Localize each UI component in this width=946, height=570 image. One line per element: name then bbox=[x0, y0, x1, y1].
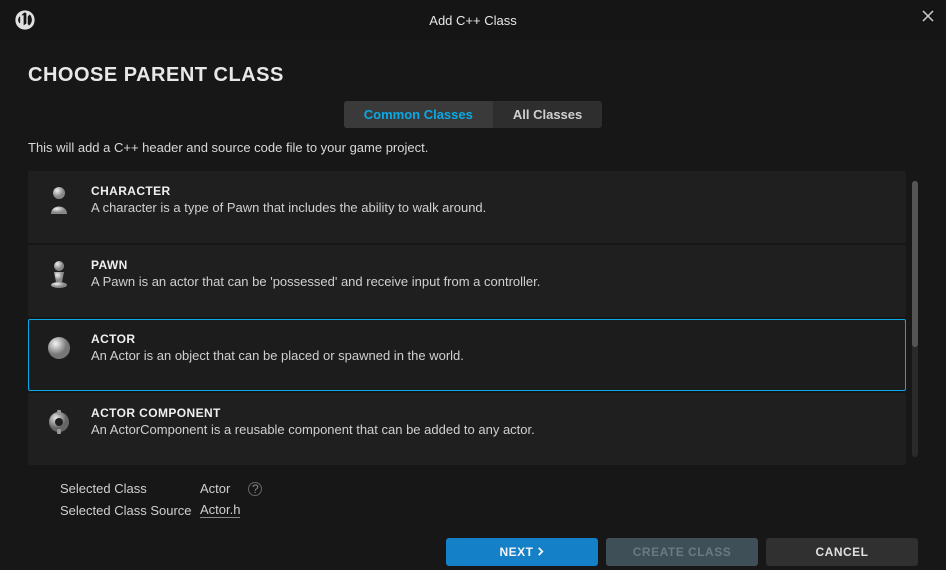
list-item-desc: An ActorComponent is a reusable componen… bbox=[91, 422, 889, 437]
tab-all-classes[interactable]: All Classes bbox=[493, 101, 602, 128]
list-item-actor-component[interactable]: ACTOR COMPONENT An ActorComponent is a r… bbox=[28, 393, 906, 465]
list-item-title: CHARACTER bbox=[91, 184, 889, 198]
chevron-right-icon bbox=[536, 545, 545, 559]
unreal-logo-icon bbox=[14, 9, 36, 31]
selected-source-value[interactable]: Actor.h bbox=[200, 502, 240, 518]
footer-buttons: NEXT CREATE CLASS CANCEL bbox=[28, 538, 918, 566]
list-item-title: PAWN bbox=[91, 258, 889, 272]
character-icon bbox=[45, 186, 73, 214]
create-class-button: CREATE CLASS bbox=[606, 538, 758, 566]
selected-class-value: Actor bbox=[200, 481, 230, 496]
class-list: CHARACTER A character is a type of Pawn … bbox=[28, 171, 906, 467]
help-icon[interactable]: ? bbox=[248, 482, 262, 496]
list-item-title: ACTOR COMPONENT bbox=[91, 406, 889, 420]
dialog-title: Add C++ Class bbox=[429, 13, 516, 28]
scrollbar-thumb[interactable] bbox=[912, 181, 918, 347]
list-item-title: ACTOR bbox=[91, 332, 889, 346]
pawn-icon bbox=[45, 260, 73, 288]
tab-group: Common Classes All Classes bbox=[344, 101, 602, 128]
page-title: CHOOSE PARENT CLASS bbox=[28, 64, 918, 87]
cancel-button[interactable]: CANCEL bbox=[766, 538, 918, 566]
tab-common-classes[interactable]: Common Classes bbox=[344, 101, 493, 128]
title-bar: Add C++ Class bbox=[0, 0, 946, 40]
list-item-actor[interactable]: ACTOR An Actor is an object that can be … bbox=[28, 319, 906, 391]
info-section: Selected Class Actor ? Selected Class So… bbox=[28, 467, 918, 538]
component-icon bbox=[45, 408, 73, 436]
list-item-pawn[interactable]: PAWN A Pawn is an actor that can be 'pos… bbox=[28, 245, 906, 317]
selected-source-label: Selected Class Source bbox=[60, 503, 200, 518]
list-item-desc: A character is a type of Pawn that inclu… bbox=[91, 200, 889, 215]
list-item-desc: An Actor is an object that can be placed… bbox=[91, 348, 889, 363]
page-description: This will add a C++ header and source co… bbox=[28, 140, 918, 155]
close-icon[interactable] bbox=[922, 10, 934, 25]
list-item-character[interactable]: CHARACTER A character is a type of Pawn … bbox=[28, 171, 906, 243]
next-button-label: NEXT bbox=[499, 545, 533, 559]
scrollbar[interactable] bbox=[912, 181, 918, 457]
selected-class-label: Selected Class bbox=[60, 481, 200, 496]
next-button[interactable]: NEXT bbox=[446, 538, 598, 566]
list-item-desc: A Pawn is an actor that can be 'possesse… bbox=[91, 274, 889, 289]
actor-icon bbox=[45, 334, 73, 362]
